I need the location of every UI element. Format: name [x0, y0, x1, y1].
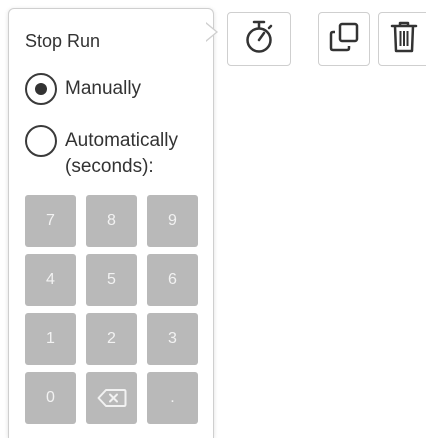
- trash-icon: [390, 20, 418, 59]
- popover-title: Stop Run: [25, 31, 101, 51]
- key-5[interactable]: 5: [86, 254, 137, 306]
- manually-label: Manually: [65, 78, 142, 99]
- key-6[interactable]: 6: [147, 254, 198, 306]
- manually-option[interactable]: Manually: [25, 73, 141, 105]
- copy-icon: [328, 21, 360, 58]
- key-4[interactable]: 4: [25, 254, 76, 306]
- stopwatch-icon: [244, 19, 274, 60]
- popover-arrow: [205, 22, 218, 42]
- key-decimal[interactable]: .: [147, 372, 198, 424]
- delete-button[interactable]: [378, 12, 426, 66]
- key-2[interactable]: 2: [86, 313, 137, 365]
- stop-run-popover: Stop Run Manually Automatically (seconds…: [8, 8, 214, 438]
- automatically-option[interactable]: Automatically (seconds):: [25, 125, 178, 180]
- key-1[interactable]: 1: [25, 313, 76, 365]
- stop-timer-button[interactable]: [227, 12, 291, 66]
- key-9[interactable]: 9: [147, 195, 198, 247]
- automatically-label-line2: (seconds):: [65, 156, 154, 177]
- numeric-keypad: 7 8 9 4 5 6 1 2 3 0 .: [25, 195, 201, 424]
- key-3[interactable]: 3: [147, 313, 198, 365]
- automatically-radio[interactable]: [25, 125, 57, 157]
- key-backspace[interactable]: [86, 372, 137, 424]
- backspace-icon: [97, 388, 127, 408]
- copy-button[interactable]: [318, 12, 370, 66]
- automatically-label-line1: Automatically: [65, 130, 178, 151]
- automatically-label: Automatically (seconds):: [65, 125, 178, 180]
- manually-radio[interactable]: [25, 73, 57, 105]
- key-7[interactable]: 7: [25, 195, 76, 247]
- key-0[interactable]: 0: [25, 372, 76, 424]
- key-8[interactable]: 8: [86, 195, 137, 247]
